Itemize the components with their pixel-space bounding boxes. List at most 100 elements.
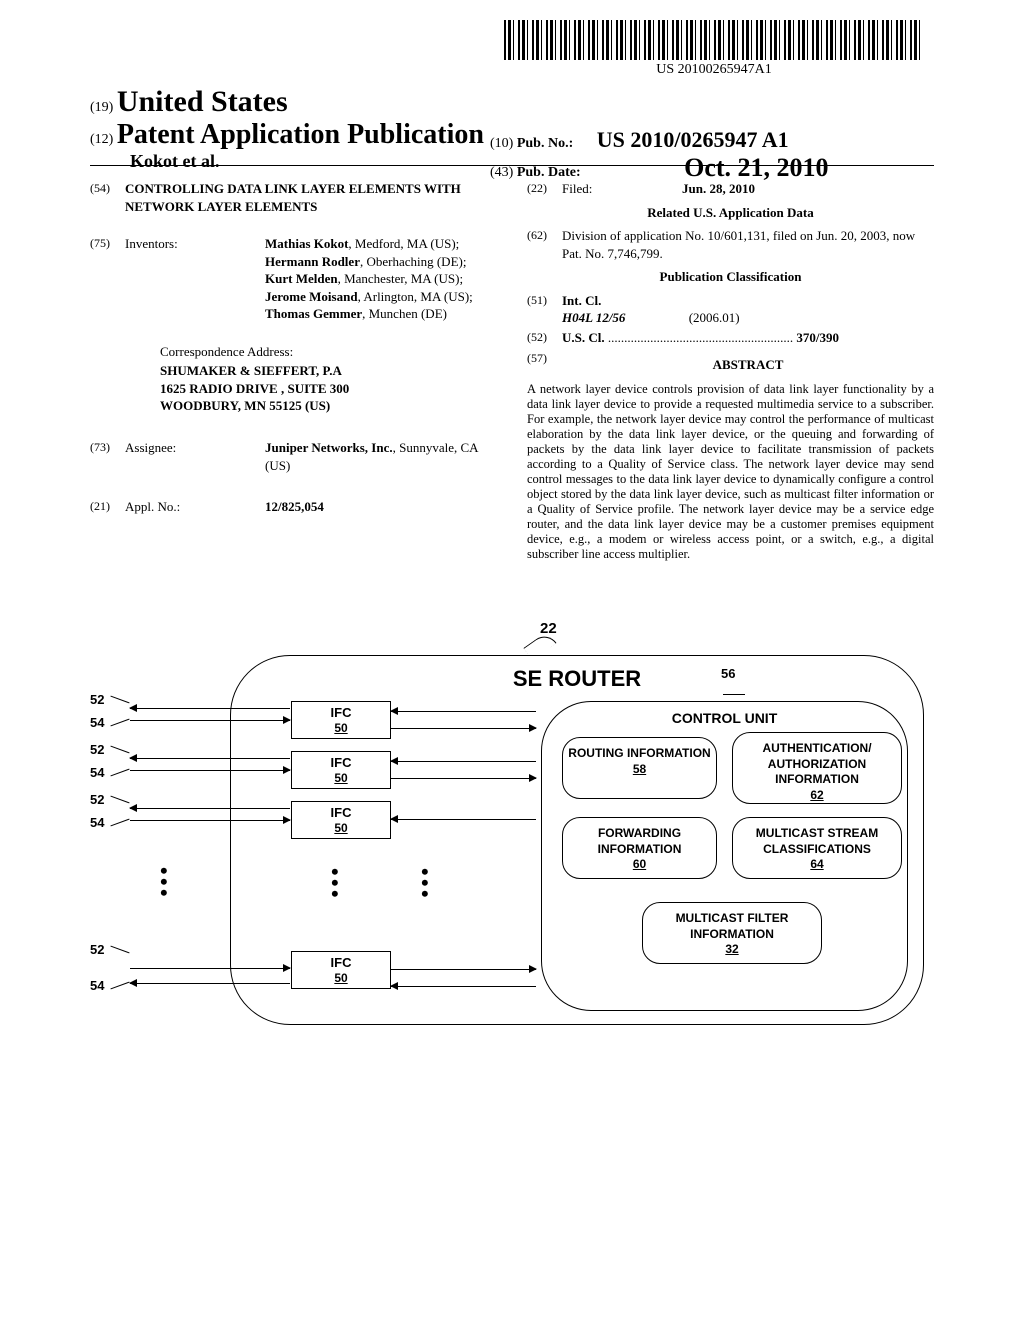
header-divider bbox=[90, 165, 934, 166]
document-header: (19) United States (12) Patent Applicati… bbox=[90, 85, 934, 172]
field-code-19: (19) bbox=[90, 100, 113, 115]
ifc-number: 50 bbox=[334, 721, 347, 735]
ifc-label: IFC bbox=[331, 755, 352, 770]
figure-ref-52-d: 52 bbox=[90, 942, 104, 957]
correspondence-city: WOODBURY, MN 55125 (US) bbox=[160, 397, 497, 415]
ext-arrow-in-1 bbox=[130, 720, 290, 721]
ref-54-leader-c bbox=[110, 819, 129, 827]
right-column: (22) Filed: Jun. 28, 2010 Related U.S. A… bbox=[527, 180, 934, 562]
arrow-ifc2-in bbox=[391, 761, 536, 762]
fwd-info-text: FORWARDING INFORMATION bbox=[598, 826, 682, 856]
se-router-box: SE ROUTER 56 IFC50 IFC50 IFC50 IFC50 •••… bbox=[230, 655, 924, 1025]
publication-date: Oct. 21, 2010 bbox=[684, 153, 828, 182]
field-code-10: (10) bbox=[490, 136, 513, 151]
control-unit-title: CONTROL UNIT bbox=[542, 710, 907, 726]
filed-date: Jun. 28, 2010 bbox=[642, 180, 934, 198]
country: United States bbox=[117, 85, 288, 118]
field-code-43: (43) bbox=[490, 165, 513, 180]
assignee-value: Juniper Networks, Inc., Sunnyvale, CA (U… bbox=[265, 439, 497, 474]
field-code-12: (12) bbox=[90, 132, 113, 147]
ext-arrow-in-2 bbox=[130, 770, 290, 771]
field-code-62: (62) bbox=[527, 227, 562, 262]
auth-info-box: AUTHENTICATION/ AUTHORIZATION INFORMATIO… bbox=[732, 732, 902, 804]
uscl-dots: ........................................… bbox=[608, 330, 797, 345]
ref-54-leader-d bbox=[110, 982, 129, 990]
assignee-label: Assignee: bbox=[125, 439, 265, 474]
ifc-number: 50 bbox=[334, 771, 347, 785]
arrow-ifc2-out bbox=[391, 778, 536, 779]
correspondence-name: SHUMAKER & SIEFFERT, P.A bbox=[160, 362, 497, 380]
vertical-dots-1: ••• bbox=[331, 866, 339, 899]
ifc-box-2: IFC50 bbox=[291, 751, 391, 789]
related-data-heading: Related U.S. Application Data bbox=[527, 204, 934, 222]
patent-figure: 22 SE ROUTER 56 IFC50 IFC50 IFC50 IFC50 … bbox=[100, 620, 924, 1050]
arrow-ifc4-in bbox=[391, 986, 536, 987]
main-content: (54) CONTROLLING DATA LINK LAYER ELEMENT… bbox=[90, 180, 934, 562]
classification-heading: Publication Classification bbox=[527, 268, 934, 286]
auth-info-num: 62 bbox=[810, 788, 823, 802]
intcl-label: Int. Cl. bbox=[562, 292, 934, 310]
pub-date-label: Pub. Date: bbox=[517, 165, 581, 180]
uscl-label: U.S. Cl. bbox=[562, 330, 605, 345]
figure-ref-54-a: 54 bbox=[90, 715, 104, 730]
ext-vertical-dots: ••• bbox=[160, 865, 168, 898]
control-unit-box: CONTROL UNIT ROUTING INFORMATION 58 AUTHE… bbox=[541, 701, 908, 1011]
forwarding-info-box: FORWARDING INFORMATION60 bbox=[562, 817, 717, 879]
ifc-label: IFC bbox=[331, 955, 352, 970]
left-column: (54) CONTROLLING DATA LINK LAYER ELEMENT… bbox=[90, 180, 497, 562]
intcl-version: (2006.01) bbox=[689, 310, 740, 325]
ifc-number: 50 bbox=[334, 821, 347, 835]
ref-52-leader-b bbox=[110, 746, 129, 754]
inventors-label: Inventors: bbox=[125, 235, 265, 323]
ref-54-leader-a bbox=[110, 719, 129, 727]
publication-type: Patent Application Publication bbox=[117, 119, 484, 150]
correspondence-address: Correspondence Address: SHUMAKER & SIEFF… bbox=[160, 343, 497, 415]
figure-ref-52-c: 52 bbox=[90, 792, 104, 807]
barcode bbox=[504, 20, 924, 60]
ifc-box-4: IFC50 bbox=[291, 951, 391, 989]
filed-label: Filed: bbox=[562, 180, 642, 198]
routing-info-num: 58 bbox=[633, 762, 646, 776]
fwd-info-num: 60 bbox=[633, 857, 646, 871]
application-number: 12/825,054 bbox=[265, 498, 497, 516]
arrow-ifc1-out bbox=[391, 728, 536, 729]
pub-no-label: Pub. No.: bbox=[517, 136, 573, 151]
arrow-ifc3-in bbox=[391, 819, 536, 820]
intcl-value: H04L 12/56 bbox=[562, 310, 625, 325]
ext-arrow-out-3 bbox=[130, 808, 290, 809]
ext-arrow-in-3 bbox=[130, 820, 290, 821]
ext-arrow-out-1 bbox=[130, 708, 290, 709]
field-code-52: (52) bbox=[527, 329, 562, 347]
publication-number: US 2010/0265947 A1 bbox=[597, 127, 789, 152]
ifc-box-3: IFC50 bbox=[291, 801, 391, 839]
field-code-21: (21) bbox=[90, 498, 125, 516]
ref-52-leader-c bbox=[110, 796, 129, 804]
invention-title: CONTROLLING DATA LINK LAYER ELEMENTS WIT… bbox=[125, 180, 497, 215]
field-code-57: (57) bbox=[527, 350, 562, 380]
figure-ref-54-c: 54 bbox=[90, 815, 104, 830]
routing-info-text: ROUTING INFORMATION bbox=[568, 746, 710, 760]
field-code-54: (54) bbox=[90, 180, 125, 215]
figure-ref-54-b: 54 bbox=[90, 765, 104, 780]
figure-ref-56-leader bbox=[723, 694, 745, 695]
mcast-filter-num: 32 bbox=[725, 942, 738, 956]
routing-info-box: ROUTING INFORMATION 58 bbox=[562, 737, 717, 799]
mcast-class-num: 64 bbox=[810, 857, 823, 871]
ref-52-leader-d bbox=[110, 946, 129, 954]
ref-52-leader-a bbox=[110, 696, 129, 704]
barcode-region: US 20100265947A1 bbox=[504, 20, 924, 78]
ifc-number: 50 bbox=[334, 971, 347, 985]
uscl-value: 370/390 bbox=[796, 330, 839, 345]
ifc-label: IFC bbox=[331, 705, 352, 720]
abstract-text: A network layer device controls provisio… bbox=[527, 382, 934, 562]
figure-ref-52-a: 52 bbox=[90, 692, 104, 707]
figure-ref-22: 22 bbox=[540, 620, 557, 637]
field-code-51: (51) bbox=[527, 292, 562, 327]
ifc-label: IFC bbox=[331, 805, 352, 820]
ref-54-leader-b bbox=[110, 769, 129, 777]
correspondence-label: Correspondence Address: bbox=[160, 343, 497, 361]
arrow-ifc4-out bbox=[391, 969, 536, 970]
figure-ref-54-d: 54 bbox=[90, 978, 104, 993]
multicast-class-box: MULTICAST STREAM CLASSIFICATIONS64 bbox=[732, 817, 902, 879]
mcast-class-text: MULTICAST STREAM CLASSIFICATIONS bbox=[756, 826, 878, 856]
